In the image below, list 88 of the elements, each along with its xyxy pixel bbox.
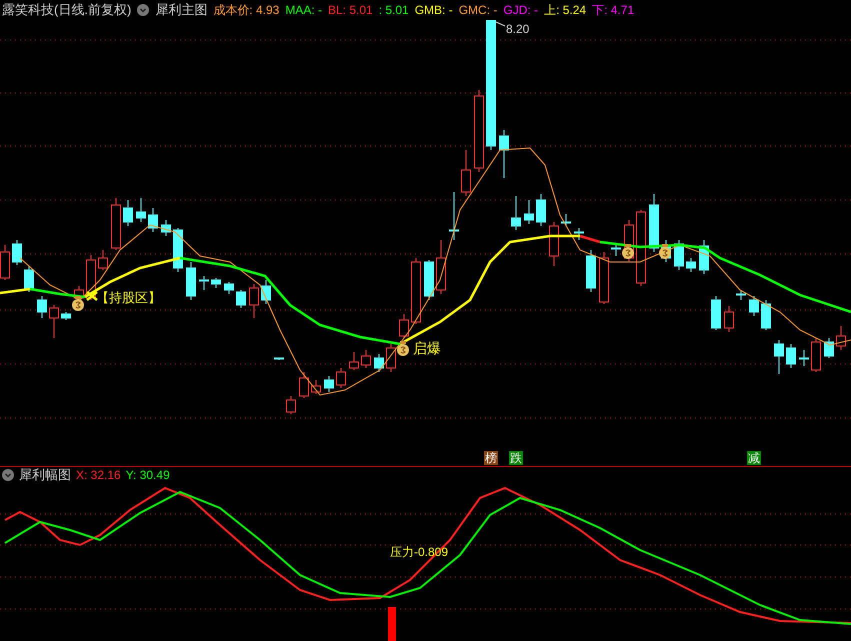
indicator-value: GMC: - xyxy=(458,2,498,19)
candlestick xyxy=(136,198,146,222)
candlestick xyxy=(511,196,521,230)
candlestick xyxy=(199,276,209,290)
peak-price-label: 8.20 xyxy=(506,21,530,38)
candlestick xyxy=(148,208,158,232)
candlestick xyxy=(286,396,296,414)
candlestick xyxy=(774,340,784,374)
candlestick xyxy=(224,282,234,294)
collapse-icon[interactable] xyxy=(137,4,150,16)
signal-badge: 榜 xyxy=(484,451,498,465)
candlestick xyxy=(836,326,846,350)
cross-icon xyxy=(86,290,98,302)
candlestick xyxy=(736,290,746,300)
candlestick xyxy=(749,296,759,316)
indicator-value: 下: 4.71 xyxy=(592,2,634,19)
candlestick xyxy=(12,240,22,266)
candlestick xyxy=(61,312,71,320)
candlestick xyxy=(574,228,584,240)
candlestick xyxy=(561,214,571,226)
candlestick xyxy=(411,258,421,324)
candlestick xyxy=(724,306,734,332)
indicator-title: 犀利主图 xyxy=(155,1,208,20)
candlestick xyxy=(761,300,771,330)
candlestick xyxy=(399,314,409,338)
candlestick xyxy=(499,130,509,178)
candlestick xyxy=(49,304,59,338)
candlestick xyxy=(349,352,359,370)
money-bag-icon xyxy=(397,341,409,356)
indicator-value: GMB: - xyxy=(414,2,453,19)
candlestick xyxy=(274,358,284,360)
indicator-value: BL: 5.01 xyxy=(328,2,373,19)
candlestick xyxy=(324,376,334,392)
candlestick xyxy=(123,200,133,226)
indicator-value: : 5.01 xyxy=(378,2,409,19)
signal-badge: 跌 xyxy=(509,451,523,465)
indicator-value: 成本价: 4.93 xyxy=(213,2,280,19)
candlestick xyxy=(111,198,121,250)
indicator-value: 上: 5.24 xyxy=(544,2,586,19)
candlestick xyxy=(799,350,809,366)
candlestick xyxy=(599,252,609,304)
indicator-value: Y: 30.49 xyxy=(126,467,170,484)
candlestick xyxy=(824,338,834,358)
signal-annotation: 启爆 xyxy=(413,339,441,358)
signal-bar xyxy=(388,607,396,641)
candlestick xyxy=(249,284,259,318)
stock-title: 露笑科技(日线.前复权) xyxy=(2,1,132,20)
candlestick xyxy=(161,220,171,236)
candlestick xyxy=(386,344,396,372)
candlestick xyxy=(811,338,821,372)
candlestick xyxy=(424,260,434,300)
money-bag-icon xyxy=(622,244,634,259)
candlestick xyxy=(686,258,696,272)
indicator-value: X: 32.16 xyxy=(76,467,121,484)
candlestick xyxy=(649,194,659,252)
collapse-icon[interactable] xyxy=(2,469,14,481)
candlestick xyxy=(98,250,108,270)
signal-badge: 减 xyxy=(747,451,761,465)
indicator-value: MAA: - xyxy=(285,2,322,19)
candlestick xyxy=(173,228,183,272)
candlestick xyxy=(374,354,384,372)
money-bag-icon xyxy=(659,244,671,259)
candlestick xyxy=(186,262,196,300)
signal-annotation: 【持股区】 xyxy=(96,289,161,307)
candlestick xyxy=(211,278,221,288)
candlestick xyxy=(311,380,321,394)
money-bag-icon xyxy=(72,296,84,311)
candlestick xyxy=(536,194,546,226)
candlestick xyxy=(699,240,709,274)
candlestick xyxy=(711,296,721,330)
candlestick xyxy=(299,372,309,398)
candlestick xyxy=(449,192,459,240)
candlestick xyxy=(336,368,346,388)
indicator-value: GJD: - xyxy=(503,2,538,19)
candlestick xyxy=(436,240,446,294)
candlestick xyxy=(24,266,34,292)
candlestick xyxy=(611,244,621,256)
candlestick xyxy=(586,250,596,292)
candlestick xyxy=(786,344,796,368)
candlestick xyxy=(37,296,47,318)
candlestick xyxy=(361,350,371,368)
candlestick xyxy=(236,290,246,308)
candlestick xyxy=(524,200,534,224)
leader-line xyxy=(496,22,506,26)
candlestick xyxy=(549,222,559,266)
candlestick xyxy=(261,280,271,304)
candlestick xyxy=(461,150,471,196)
indicator-title: 犀利幅图 xyxy=(19,466,71,484)
